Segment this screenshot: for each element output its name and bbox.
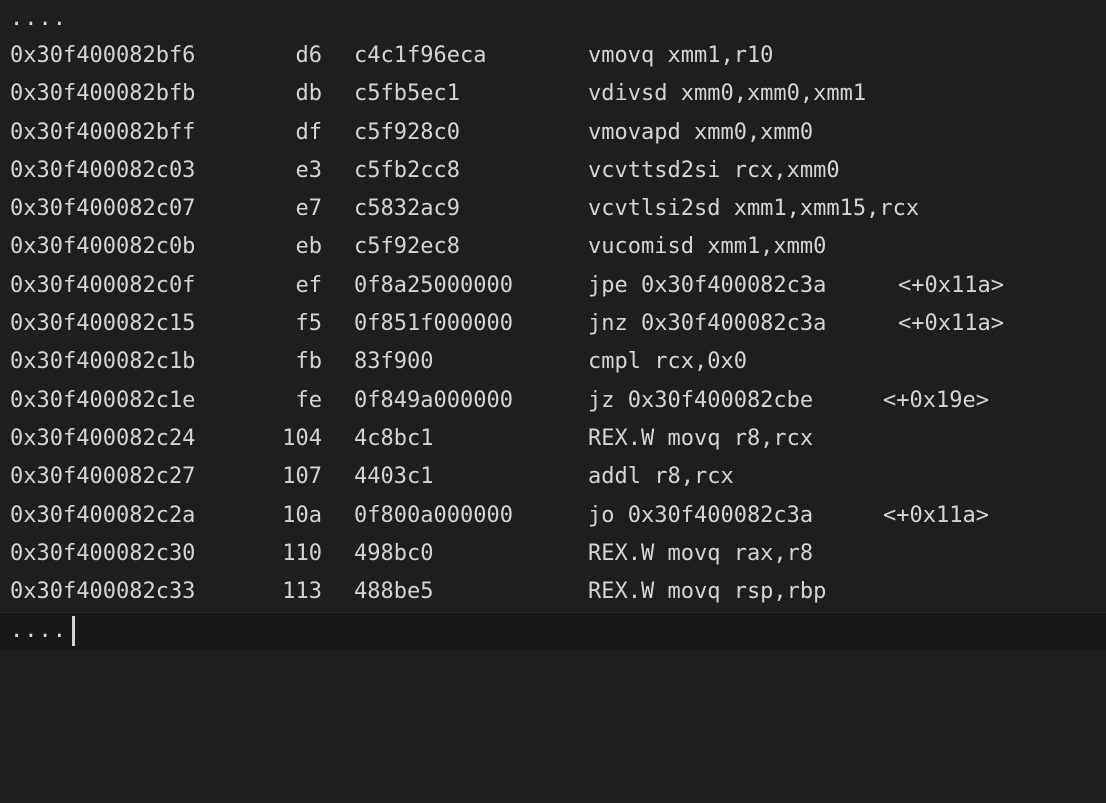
row-bytes: 498bc0 <box>354 540 434 566</box>
row-offset: df <box>295 119 323 145</box>
disassembly-row: 0x30f400082c33 113 488be5 REX.W movq rsp… <box>0 573 1106 611</box>
disassembly-row: 0x30f400082c2a 10a 0f800a000000 jo 0x30f… <box>0 497 1106 535</box>
row-bytes: 4403c1 <box>354 464 434 490</box>
row-address: 0x30f400082c15 <box>10 311 196 337</box>
row-address: 0x30f400082c2a <box>10 502 196 528</box>
row-bytes: 0f851f000000 <box>354 311 513 337</box>
row-offset: d6 <box>295 43 323 68</box>
row-offset-reference: <+0x11a> <box>883 502 989 528</box>
disassembly-row: 0x30f400082c0f ef 0f8a25000000 jpe 0x30f… <box>0 267 1106 305</box>
disassembly-row: 0x30f400082c1b fb 83f900 cmpl rcx,0x0 <box>0 343 1106 381</box>
row-bytes: c5832ac9 <box>354 196 460 222</box>
row-offset: 10a <box>282 502 322 528</box>
row-offset: eb <box>295 234 323 260</box>
disassembly-viewer: .... 0x30f400082bf6 d6 c4c1f96eca vmovq … <box>0 0 1106 649</box>
text-cursor <box>72 616 75 646</box>
command-input-line[interactable]: .... <box>0 612 1106 649</box>
row-offset: fb <box>295 349 323 375</box>
disassembly-row: 0x30f400082c1e fe 0f849a000000 jz 0x30f4… <box>0 382 1106 420</box>
row-offset-reference: <+0x19e> <box>883 387 989 413</box>
row-bytes: 0f849a000000 <box>354 387 513 413</box>
row-bytes: c5f928c0 <box>354 119 460 145</box>
row-instruction: vmovq xmm1,r10 <box>588 43 774 68</box>
row-bytes: 0f8a25000000 <box>354 272 513 298</box>
row-bytes: c4c1f96eca <box>354 43 487 68</box>
row-instruction: jo 0x30f400082c3a <box>588 502 814 528</box>
row-offset: 113 <box>282 579 322 605</box>
disassembly-row: 0x30f400082c24 104 4c8bc1 REX.W movq r8,… <box>0 420 1106 458</box>
row-offset: db <box>295 81 323 107</box>
row-instruction: jnz 0x30f400082c3a <box>588 311 827 337</box>
row-address: 0x30f400082c1e <box>10 387 196 413</box>
row-instruction: REX.W movq rsp,rbp <box>588 579 827 605</box>
row-offset: e3 <box>295 157 323 183</box>
row-bytes: 83f900 <box>354 349 434 375</box>
row-instruction: cmpl rcx,0x0 <box>588 349 747 375</box>
disassembly-row: 0x30f400082bff df c5f928c0 vmovapd xmm0,… <box>0 114 1106 152</box>
command-input-text[interactable]: .... <box>10 615 67 647</box>
row-address: 0x30f400082bf6 <box>10 43 196 68</box>
row-instruction: vucomisd xmm1,xmm0 <box>588 234 827 260</box>
disassembly-listing: 0x30f400082bf6 d6 c4c1f96eca vmovq xmm1,… <box>0 37 1106 611</box>
disassembly-row: 0x30f400082bfb db c5fb5ec1 vdivsd xmm0,x… <box>0 75 1106 113</box>
row-instruction: vcvttsd2si rcx,xmm0 <box>588 157 840 183</box>
row-address: 0x30f400082c0f <box>10 272 196 298</box>
truncated-above-ellipsis: .... <box>10 6 67 31</box>
row-instruction: addl r8,rcx <box>588 464 734 490</box>
row-bytes: c5fb5ec1 <box>354 81 460 107</box>
row-instruction: vcvtlsi2sd xmm1,xmm15,rcx <box>588 196 920 222</box>
row-address: 0x30f400082bfb <box>10 81 196 107</box>
row-instruction: vmovapd xmm0,xmm0 <box>588 119 814 145</box>
row-bytes: c5f92ec8 <box>354 234 460 260</box>
row-address: 0x30f400082c1b <box>10 349 196 375</box>
row-offset: fe <box>295 387 323 413</box>
row-address: 0x30f400082c24 <box>10 425 196 451</box>
row-instruction: REX.W movq r8,rcx <box>588 425 814 451</box>
row-address: 0x30f400082c03 <box>10 157 196 183</box>
row-address: 0x30f400082bff <box>10 119 196 145</box>
disassembly-row: 0x30f400082c15 f5 0f851f000000 jnz 0x30f… <box>0 305 1106 343</box>
row-offset: 104 <box>282 425 322 451</box>
disassembly-row: 0x30f400082c27 107 4403c1 addl r8,rcx <box>0 458 1106 496</box>
row-address: 0x30f400082c0b <box>10 234 196 260</box>
row-offset-reference: <+0x11a> <box>898 272 1004 298</box>
disassembly-row: 0x30f400082c07 e7 c5832ac9 vcvtlsi2sd xm… <box>0 190 1106 228</box>
disassembly-row: 0x30f400082c03 e3 c5fb2cc8 vcvttsd2si rc… <box>0 152 1106 190</box>
row-instruction: jz 0x30f400082cbe <box>588 387 814 413</box>
row-bytes: 488be5 <box>354 579 434 605</box>
row-instruction: jpe 0x30f400082c3a <box>588 272 827 298</box>
disassembly-row: 0x30f400082c0b eb c5f92ec8 vucomisd xmm1… <box>0 228 1106 266</box>
row-offset-reference: <+0x11a> <box>898 311 1004 337</box>
disassembly-row: 0x30f400082bf6 d6 c4c1f96eca vmovq xmm1,… <box>0 37 1106 75</box>
row-instruction: vdivsd xmm0,xmm0,xmm1 <box>588 81 867 107</box>
row-instruction: REX.W movq rax,r8 <box>588 540 814 566</box>
row-offset: ef <box>295 272 323 298</box>
row-offset: e7 <box>295 196 323 222</box>
row-address: 0x30f400082c30 <box>10 540 196 566</box>
row-bytes: 0f800a000000 <box>354 502 513 528</box>
row-offset: f5 <box>295 311 323 337</box>
row-address: 0x30f400082c07 <box>10 196 196 222</box>
disassembly-row: 0x30f400082c30 110 498bc0 REX.W movq rax… <box>0 535 1106 573</box>
row-address: 0x30f400082c33 <box>10 579 196 605</box>
row-bytes: 4c8bc1 <box>354 425 434 451</box>
row-address: 0x30f400082c27 <box>10 464 196 490</box>
row-offset: 107 <box>282 464 322 490</box>
row-offset: 110 <box>282 540 322 566</box>
row-bytes: c5fb2cc8 <box>354 157 460 183</box>
